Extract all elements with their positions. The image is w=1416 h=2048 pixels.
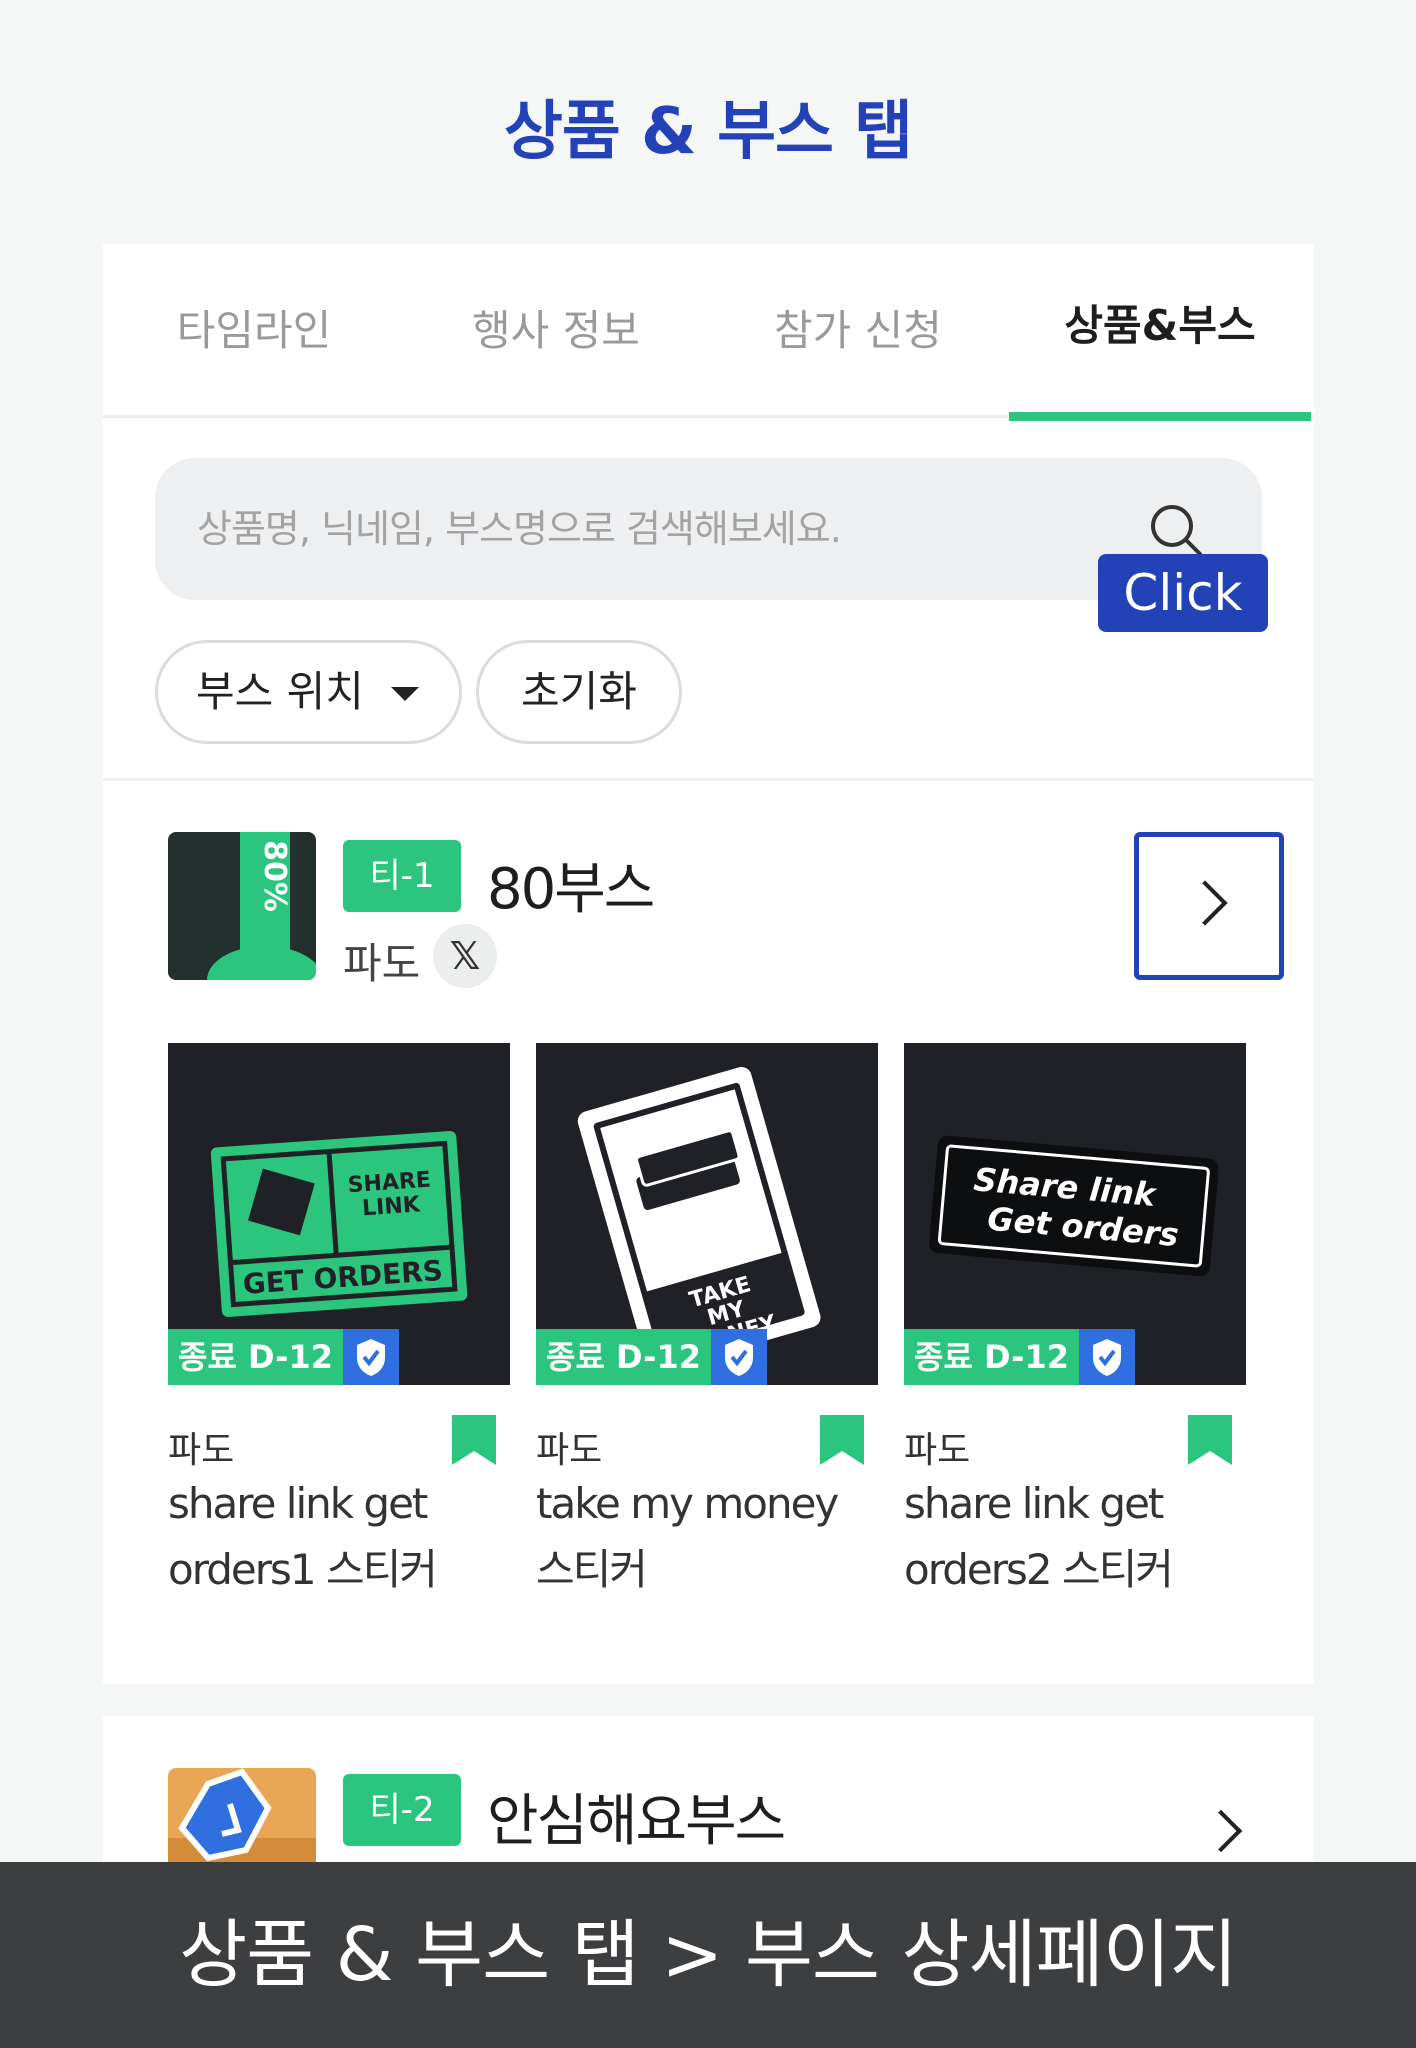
click-callout: Click — [1098, 554, 1268, 632]
status-badge: 종료 D-12 — [904, 1329, 1135, 1385]
product-image[interactable]: TAKE MY MONEY 종료 D-12 — [536, 1043, 878, 1385]
search-input[interactable]: 상품명, 닉네임, 부스명으로 검색해보세요. — [197, 458, 842, 600]
reset-button[interactable]: 초기화 — [476, 640, 682, 744]
tab-event-info[interactable]: 행사 정보 — [405, 244, 707, 418]
product-title[interactable]: take my money 스티커 — [536, 1471, 878, 1603]
booth-location-filter[interactable]: 부스 위치 — [155, 640, 462, 744]
booth-list-card: 타임라인 행사 정보 참가 신청 상품&부스 상품명, 닉네임, 부스명으로 검… — [103, 244, 1314, 1684]
verified-shield-icon — [711, 1329, 767, 1385]
product-seller: 파도 — [168, 1430, 235, 1471]
booth-name[interactable]: 80부스 — [487, 844, 655, 925]
product-image[interactable]: Share link Get orders 종료 D-12 — [904, 1043, 1246, 1385]
page-title: 상품 & 부스 탭 — [503, 95, 913, 169]
tab-apply[interactable]: 참가 신청 — [707, 244, 1009, 418]
booth-tag: 티-2 — [343, 1774, 461, 1846]
caption-text: 상품 & 부스 탭 > 부스 상세페이지 — [179, 1912, 1238, 1998]
product-title[interactable]: share link get orders1 스티커 — [168, 1471, 510, 1603]
booth-detail-button[interactable] — [1134, 832, 1284, 980]
product-seller: 파도 — [536, 1430, 603, 1471]
deadline-label: 종료 D-12 — [536, 1329, 711, 1385]
caption-bar: 상품 & 부스 탭 > 부스 상세페이지 — [0, 1862, 1416, 2048]
bookmark-icon[interactable] — [820, 1415, 864, 1465]
verified-shield-icon — [1079, 1329, 1135, 1385]
tab-products-booths[interactable]: 상품&부스 — [1009, 244, 1311, 421]
art-text: LINK — [361, 1192, 421, 1221]
product-image[interactable]: SHARE LINK GET ORDERS 종료 D-12 — [168, 1043, 510, 1385]
tab-timeline[interactable]: 타임라인 — [103, 244, 405, 418]
bookmark-icon[interactable] — [452, 1415, 496, 1465]
search-bar[interactable]: 상품명, 닉네임, 부스명으로 검색해보세요. — [155, 458, 1262, 600]
bookmark-icon[interactable] — [1188, 1415, 1232, 1465]
deadline-label: 종료 D-12 — [904, 1329, 1079, 1385]
product-seller: 파도 — [904, 1430, 971, 1471]
chevron-right-icon — [1182, 880, 1228, 926]
tab-bar: 타임라인 행사 정보 참가 신청 상품&부스 — [103, 244, 1314, 421]
product-title[interactable]: share link get orders2 스티커 — [904, 1471, 1246, 1603]
status-badge: 종료 D-12 — [168, 1329, 399, 1385]
x-social-icon[interactable]: 𝕏 — [433, 924, 497, 988]
caret-down-icon — [391, 687, 419, 701]
booth-location-label: 부스 위치 — [196, 667, 364, 716]
chevron-right-icon[interactable] — [1199, 1809, 1243, 1853]
booth-thumb-text: 80% — [257, 840, 292, 912]
status-badge: 종료 D-12 — [536, 1329, 767, 1385]
booth-tag: 티-1 — [343, 840, 461, 912]
search-icon[interactable] — [1146, 500, 1206, 560]
booth-name[interactable]: 안심해요부스 — [487, 1776, 786, 1857]
booth-thumbnail[interactable]: 80% — [168, 832, 316, 980]
verified-shield-icon — [343, 1329, 399, 1385]
booth-logo-image: 80% — [207, 832, 316, 980]
divider — [103, 778, 1314, 781]
booth-owner: 파도 — [343, 939, 421, 988]
deadline-label: 종료 D-12 — [168, 1329, 343, 1385]
